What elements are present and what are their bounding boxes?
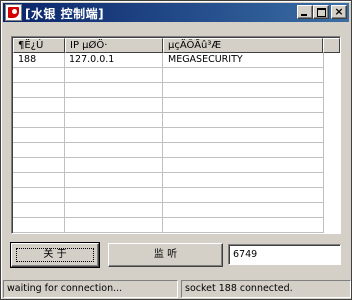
column-header-ip[interactable]: IP µØÖ· [65,38,163,53]
app-icon[interactable] [5,4,22,21]
empty-row [13,173,324,188]
main-window: [水银 控制端] × ¶Ë¿Ú IP µØÖ· µçÄÔÃû³Æ 188 127… [0,0,352,300]
empty-row [13,98,324,113]
empty-row [13,218,324,233]
maximize-button[interactable] [313,5,329,19]
column-header-computer-name[interactable]: µçÄÔÃû³Æ [163,38,323,53]
window-title: [水银 控制端] [25,7,105,21]
status-socket: socket 188 connected. [181,280,351,298]
port-input[interactable]: 6749 [228,244,341,265]
column-header-filler [323,38,340,53]
cell-port: 188 [18,54,37,65]
empty-row [13,203,324,218]
title-bar[interactable]: [水银 控制端] × [3,3,349,22]
cell-ip: 127.0.0.1 [69,54,115,65]
about-button[interactable]: 关 于 [10,242,100,268]
column-header-port[interactable]: ¶Ë¿Ú [13,38,65,53]
close-window-button[interactable]: × [331,5,347,19]
listen-button[interactable]: 监 听 [108,243,223,267]
close-icon: × [334,5,344,18]
empty-row [13,113,324,128]
maximize-icon [317,8,326,17]
empty-row [13,68,324,83]
minimize-button[interactable] [297,5,313,19]
empty-row [13,83,324,98]
empty-row [13,158,324,173]
minimize-icon [301,14,307,16]
listen-button-label: 监 听 [153,249,178,260]
empty-row [13,128,324,143]
focus-rect [16,248,94,262]
status-connection: waiting for connection... [3,280,178,298]
connection-list[interactable]: ¶Ë¿Ú IP µØÖ· µçÄÔÃû³Æ 188 127.0.0.1 MEGA… [11,36,341,234]
cell-computer-name: MEGASECURITY [168,54,243,65]
empty-row [13,188,324,203]
empty-row [13,143,324,158]
table-row[interactable]: 188 127.0.0.1 MEGASECURITY [13,53,324,68]
